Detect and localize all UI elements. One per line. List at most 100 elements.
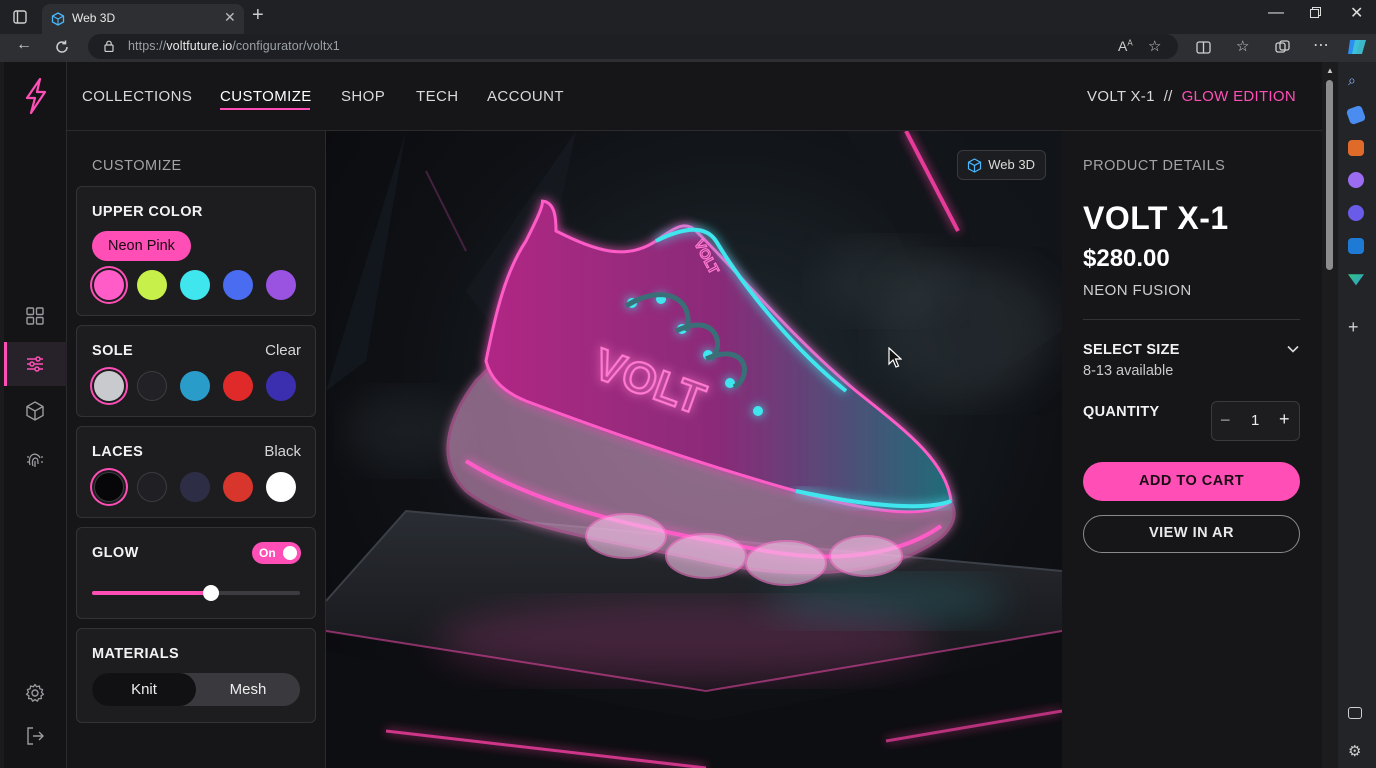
more-menu-icon[interactable]: ⋯: [1313, 35, 1329, 55]
upper-swatch[interactable]: [223, 270, 253, 300]
close-tab-icon[interactable]: ✕: [224, 9, 236, 26]
product-name: VOLT X-1: [1083, 200, 1229, 236]
upper-swatch[interactable]: [180, 270, 210, 300]
nav-tech[interactable]: TECH: [416, 88, 458, 105]
fingerprint-icon[interactable]: [24, 448, 46, 470]
laces-swatch[interactable]: [180, 472, 210, 502]
upper-swatch[interactable]: [137, 270, 167, 300]
url-bar[interactable]: https://voltfuture.io/configurator/voltx…: [88, 34, 1178, 59]
sole-title: SOLE: [92, 343, 134, 359]
quantity-stepper: − 1 +: [1211, 401, 1300, 441]
glow-card: GLOW On: [76, 527, 316, 619]
outlook-icon[interactable]: [1348, 238, 1364, 254]
page-scrollbar[interactable]: ▲: [1322, 62, 1338, 768]
copilot-icon[interactable]: [1346, 37, 1368, 57]
close-window-icon[interactable]: ✕: [1350, 3, 1363, 23]
upper-swatch[interactable]: [266, 270, 296, 300]
size-availability: 8-13 available: [1083, 363, 1174, 379]
glow-toggle[interactable]: On: [252, 542, 301, 564]
restore-icon[interactable]: [1310, 7, 1321, 18]
customize-panel: CUSTOMIZE UPPER COLOR Neon Pink SOLE Cle…: [67, 131, 326, 768]
search-icon[interactable]: ⌕: [1348, 72, 1364, 88]
product-variant: NEON FUSION: [1083, 282, 1192, 299]
split-screen-icon[interactable]: [1196, 40, 1211, 55]
settings-gear-icon[interactable]: [24, 682, 46, 704]
customize-heading: CUSTOMIZE: [92, 158, 182, 174]
upper-swatch[interactable]: [94, 270, 124, 300]
edge-sidebar: ⌕ + ⚙: [1338, 62, 1376, 768]
material-knit-option[interactable]: Knit: [92, 673, 196, 706]
laces-card: LACES Black: [76, 426, 316, 518]
sliders-icon[interactable]: [24, 353, 46, 375]
favorite-star-icon[interactable]: ☆: [1148, 37, 1161, 55]
people-icon[interactable]: [1348, 172, 1364, 188]
sole-swatch[interactable]: [94, 371, 124, 401]
lightning-logo-icon[interactable]: [24, 78, 48, 114]
drop-icon[interactable]: [1348, 274, 1364, 286]
back-arrow-icon[interactable]: ←: [16, 36, 32, 54]
browser-tab[interactable]: Web 3D ✕: [42, 4, 244, 34]
3d-product-viewer[interactable]: VOLT VOLT Web 3D: [326, 131, 1062, 768]
scroll-up-icon[interactable]: ▲: [1326, 66, 1334, 75]
top-navigation: COLLECTIONS CUSTOMIZE SHOP TECH ACCOUNT …: [67, 62, 1322, 131]
tab-title: Web 3D: [72, 11, 116, 25]
quantity-decrease-button[interactable]: −: [1220, 410, 1231, 431]
size-label: SELECT SIZE: [1083, 342, 1180, 358]
nav-shop[interactable]: SHOP: [341, 88, 385, 105]
laces-swatch[interactable]: [94, 472, 124, 502]
laces-swatch[interactable]: [266, 472, 296, 502]
sole-swatch[interactable]: [266, 371, 296, 401]
logout-icon[interactable]: [24, 725, 46, 747]
read-aloud-icon[interactable]: AA: [1118, 38, 1133, 54]
sole-swatch[interactable]: [137, 371, 167, 401]
chevron-down-icon[interactable]: [1286, 342, 1300, 356]
nav-collections[interactable]: COLLECTIONS: [82, 88, 192, 105]
games-icon[interactable]: [1348, 205, 1364, 221]
web3d-badge[interactable]: Web 3D: [957, 150, 1046, 180]
quantity-increase-button[interactable]: +: [1279, 409, 1290, 430]
selected-color-chip: Neon Pink: [92, 231, 191, 261]
laces-value: Black: [264, 443, 301, 460]
reload-icon[interactable]: [54, 39, 70, 55]
view-in-ar-button[interactable]: VIEW IN AR: [1083, 515, 1300, 553]
url-text[interactable]: https://voltfuture.io/configurator/voltx…: [128, 39, 340, 53]
3d-box-icon[interactable]: [24, 400, 46, 422]
settings-icon[interactable]: ⚙: [1348, 742, 1364, 760]
new-tab-icon[interactable]: +: [252, 4, 264, 27]
upper-color-title: UPPER COLOR: [92, 204, 203, 220]
size-selector[interactable]: SELECT SIZE 8-13 available: [1062, 331, 1322, 381]
sole-card: SOLE Clear: [76, 325, 316, 417]
lock-icon[interactable]: [104, 40, 114, 52]
add-icon[interactable]: +: [1348, 318, 1364, 336]
quantity-value[interactable]: 1: [1251, 412, 1259, 429]
shopping-tag-icon[interactable]: [1345, 104, 1367, 126]
glow-intensity-slider[interactable]: [92, 585, 300, 601]
web3d-badge-label: Web 3D: [988, 157, 1035, 172]
sole-swatch[interactable]: [223, 371, 253, 401]
cube-icon: [51, 12, 65, 26]
scroll-thumb[interactable]: [1326, 80, 1333, 270]
tools-icon[interactable]: [1348, 140, 1364, 156]
nav-customize[interactable]: CUSTOMIZE: [220, 88, 312, 105]
favorites-icon[interactable]: ☆: [1236, 37, 1249, 55]
sole-swatch[interactable]: [180, 371, 210, 401]
material-mesh-option[interactable]: Mesh: [196, 673, 300, 706]
product-price: $280.00: [1083, 245, 1170, 272]
laces-swatch[interactable]: [137, 472, 167, 502]
sidebar-layout-icon[interactable]: [1348, 707, 1362, 719]
laces-swatch[interactable]: [223, 472, 253, 502]
add-to-cart-button[interactable]: ADD TO CART: [1083, 462, 1300, 501]
cube-icon: [968, 158, 982, 173]
tab-actions-icon[interactable]: [12, 9, 28, 25]
configurator-page: COLLECTIONS CUSTOMIZE SHOP TECH ACCOUNT …: [4, 62, 1322, 768]
grid-icon[interactable]: [24, 305, 46, 327]
collections-icon[interactable]: [1275, 40, 1290, 55]
minimize-icon[interactable]: —: [1268, 4, 1284, 22]
materials-segmented-control: Knit Mesh: [92, 673, 300, 706]
nav-account[interactable]: ACCOUNT: [487, 88, 564, 105]
materials-title: MATERIALS: [92, 646, 180, 662]
materials-card: MATERIALS Knit Mesh: [76, 628, 316, 723]
glow-toggle-knob: [283, 546, 297, 560]
glow-slider-thumb[interactable]: [202, 585, 219, 601]
upper-color-card: UPPER COLOR Neon Pink: [76, 186, 316, 316]
